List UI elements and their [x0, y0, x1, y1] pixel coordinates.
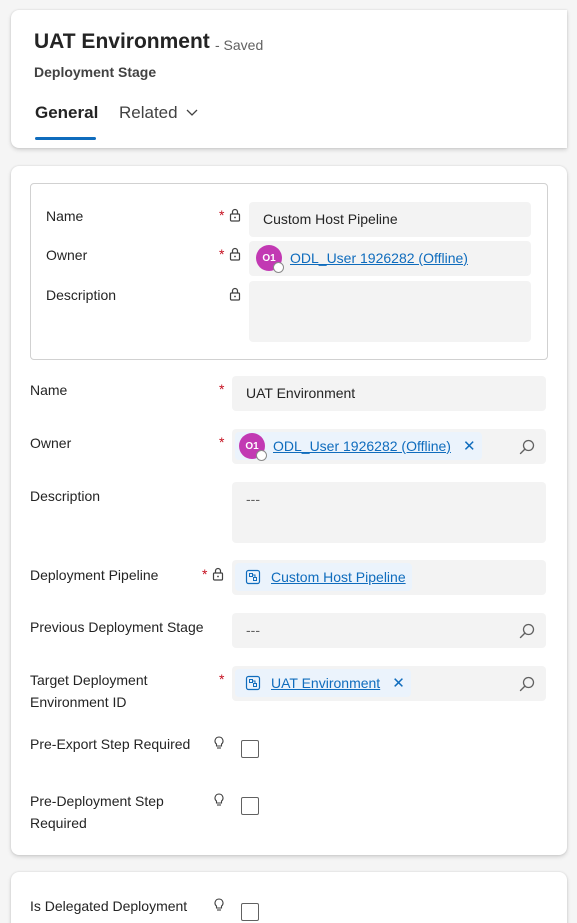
previous-stage-placeholder: --- — [246, 622, 260, 638]
owner-link[interactable]: ODL_User 1926282 (Offline) — [273, 438, 451, 454]
pre-deploy-checkbox[interactable] — [241, 797, 259, 815]
lightbulb-icon[interactable] — [214, 736, 224, 750]
name-value: UAT Environment — [246, 385, 356, 401]
qv-description-label: Description — [46, 287, 117, 303]
target-env-label-line2: Environment ID — [30, 694, 127, 710]
lock-icon — [229, 287, 241, 301]
lock-icon — [229, 247, 241, 261]
pipeline-lookup: Custom Host Pipeline — [232, 560, 546, 595]
owner-label: Owner — [30, 435, 72, 451]
name-input[interactable]: UAT Environment — [232, 376, 546, 411]
qv-owner-field: O1 ODL_User 1926282 (Offline) — [249, 241, 531, 276]
lightbulb-icon[interactable] — [214, 793, 224, 807]
deployment-options-section: Is Delegated Deployment — [11, 872, 567, 923]
remove-target-env-icon[interactable]: ✕ — [392, 674, 405, 692]
required-marker: * — [219, 246, 225, 262]
avatar: O1 — [239, 433, 267, 461]
qv-owner-label: Owner — [46, 247, 88, 263]
qv-name-field: Custom Host Pipeline — [249, 202, 531, 237]
pre-export-label: Pre-Export Step Required — [30, 736, 191, 752]
required-marker: * — [219, 381, 225, 397]
pipeline-chip[interactable]: Custom Host Pipeline — [235, 563, 412, 591]
search-icon[interactable] — [519, 623, 535, 639]
record-title: UAT Environment — [34, 30, 210, 53]
tab-related[interactable]: Related — [119, 103, 198, 123]
remove-owner-icon[interactable]: ✕ — [463, 437, 476, 455]
target-env-label: Target Deployment Environment ID — [30, 669, 148, 713]
previous-stage-lookup[interactable]: --- — [232, 613, 546, 648]
required-marker: * — [219, 207, 225, 223]
presence-offline-icon — [273, 262, 284, 273]
pre-export-checkbox[interactable] — [241, 740, 259, 758]
entity-record-icon — [245, 569, 261, 585]
qv-description-field — [249, 281, 531, 342]
save-status: - Saved — [215, 37, 264, 53]
presence-offline-icon — [256, 450, 267, 461]
entity-type-label: Deployment Stage — [34, 64, 157, 80]
description-label: Description — [30, 488, 101, 504]
target-env-chip[interactable]: UAT Environment ✕ — [235, 669, 411, 697]
required-marker: * — [202, 566, 208, 582]
search-icon[interactable] — [519, 676, 535, 692]
record-header: UAT Environment - Saved Deployment Stage… — [11, 10, 567, 148]
previous-stage-label: Previous Deployment Stage — [30, 619, 204, 635]
pipeline-link[interactable]: Custom Host Pipeline — [271, 569, 406, 585]
qv-name-label: Name — [46, 208, 84, 224]
tab-related-label: Related — [119, 103, 178, 122]
lock-icon — [229, 208, 241, 222]
quick-view-form: Name * Custom Host Pipeline Owner * O1 O… — [30, 183, 548, 360]
pipeline-label: Deployment Pipeline — [30, 567, 159, 583]
qv-name-value: Custom Host Pipeline — [263, 211, 398, 227]
target-env-lookup[interactable]: UAT Environment ✕ — [232, 666, 546, 701]
owner-chip[interactable]: O1 ODL_User 1926282 (Offline) ✕ — [235, 432, 482, 461]
required-marker: * — [219, 434, 225, 450]
owner-lookup[interactable]: O1 ODL_User 1926282 (Offline) ✕ — [232, 429, 546, 464]
active-tab-indicator — [35, 137, 96, 140]
qv-owner-link[interactable]: ODL_User 1926282 (Offline) — [290, 250, 468, 266]
general-section: Name * Custom Host Pipeline Owner * O1 O… — [11, 166, 567, 855]
pre-deploy-label: Pre-Deployment Step Required — [30, 790, 164, 834]
target-env-link[interactable]: UAT Environment — [271, 675, 380, 691]
lightbulb-icon[interactable] — [214, 898, 224, 912]
tab-general[interactable]: General — [35, 103, 98, 123]
description-input[interactable]: --- — [232, 482, 546, 543]
avatar: O1 — [256, 245, 284, 273]
delegated-checkbox[interactable] — [241, 903, 259, 921]
entity-record-icon — [245, 675, 261, 691]
search-icon[interactable] — [519, 439, 535, 455]
name-label: Name — [30, 382, 68, 398]
lock-icon — [212, 567, 224, 581]
qv-owner-chip[interactable]: O1 ODL_User 1926282 (Offline) — [252, 244, 474, 273]
delegated-label: Is Delegated Deployment — [30, 898, 188, 914]
chevron-down-icon — [186, 109, 198, 116]
required-marker: * — [219, 671, 225, 687]
description-placeholder: --- — [246, 491, 260, 507]
target-env-label-line1: Target Deployment — [30, 672, 148, 688]
pre-deploy-label-line2: Required — [30, 815, 87, 831]
pre-deploy-label-line1: Pre-Deployment Step — [30, 793, 164, 809]
